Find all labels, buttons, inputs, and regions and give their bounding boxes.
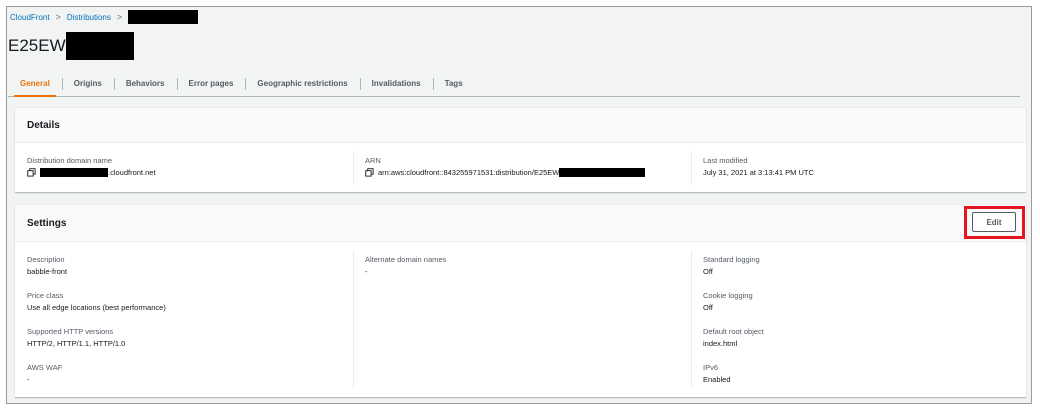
details-card: Details Distribution domain name .cloudf… xyxy=(15,107,1026,192)
http-versions-label: Supported HTTP versions xyxy=(27,327,114,336)
ipv6-value: Enabled xyxy=(703,375,731,384)
waf-label: AWS WAF xyxy=(27,363,63,372)
settings-divider-2 xyxy=(691,250,692,388)
alt-domain-field: Alternate domain names - xyxy=(365,255,446,276)
details-divider-2 xyxy=(691,151,692,185)
default-root-field: Default root object index.html xyxy=(703,327,764,348)
settings-divider-1 xyxy=(353,250,354,388)
alt-domain-value: - xyxy=(365,267,368,276)
default-root-label: Default root object xyxy=(703,327,764,336)
domain-field: Distribution domain name .cloudfront.net xyxy=(27,156,156,177)
arn-label: ARN xyxy=(365,156,381,165)
description-label: Description xyxy=(27,255,65,264)
waf-field: AWS WAF - xyxy=(27,363,62,384)
http-versions-value: HTTP/2, HTTP/1.1, HTTP/1.0 xyxy=(27,339,126,348)
tab-geographic-restrictions[interactable]: Geographic restrictions xyxy=(245,70,359,96)
settings-header: Settings xyxy=(15,205,1026,242)
price-class-label: Price class xyxy=(27,291,64,300)
page-title-prefix: E25EW xyxy=(8,36,66,55)
cookie-logging-label: Cookie logging xyxy=(703,291,753,300)
price-class-value: Use all edge locations (best performance… xyxy=(27,303,166,312)
details-divider-1 xyxy=(353,151,354,185)
price-class-field: Price class Use all edge locations (best… xyxy=(27,291,166,312)
edit-button[interactable]: Edit xyxy=(972,212,1016,232)
redacted-domain xyxy=(40,168,108,177)
breadcrumb: CloudFront > Distributions > xyxy=(10,10,199,24)
ipv6-field: IPv6 Enabled xyxy=(703,363,731,384)
domain-value: .cloudfront.net xyxy=(27,168,156,177)
page-title: E25EW xyxy=(8,32,134,60)
alt-domain-label: Alternate domain names xyxy=(365,255,447,264)
http-versions-field: Supported HTTP versions HTTP/2, HTTP/1.1… xyxy=(27,327,125,348)
cookie-logging-value: Off xyxy=(703,303,713,312)
standard-logging-value: Off xyxy=(703,267,713,276)
tab-bar: General Origins Behaviors Error pages Ge… xyxy=(8,70,1020,97)
tab-behaviors[interactable]: Behaviors xyxy=(113,70,177,96)
modified-field: Last modified July 31, 2021 at 3:13:41 P… xyxy=(703,156,814,177)
chevron-right-icon: > xyxy=(116,12,123,22)
copy-icon[interactable] xyxy=(365,168,374,177)
description-field: Description babble-front xyxy=(27,255,67,276)
arn-prefix: arn:aws:cloudfront::843255971531:distrib… xyxy=(378,168,560,177)
tab-origins[interactable]: Origins xyxy=(61,70,114,96)
modified-value: July 31, 2021 at 3:13:41 PM UTC xyxy=(703,168,814,177)
domain-suffix: .cloudfront.net xyxy=(108,168,156,177)
arn-value: arn:aws:cloudfront::843255971531:distrib… xyxy=(365,168,646,177)
arn-field: ARN arn:aws:cloudfront::843255971531:dis… xyxy=(365,156,646,177)
waf-value: - xyxy=(27,375,30,384)
redacted-breadcrumb-id xyxy=(128,10,199,24)
tab-invalidations[interactable]: Invalidations xyxy=(359,70,433,96)
breadcrumb-distributions[interactable]: Distributions xyxy=(67,13,111,22)
description-value: babble-front xyxy=(27,267,68,276)
redacted-arn xyxy=(559,168,646,177)
cookie-logging-field: Cookie logging Off xyxy=(703,291,753,312)
modified-label: Last modified xyxy=(703,156,748,165)
chevron-right-icon: > xyxy=(55,12,61,22)
settings-card: Settings Description babble-front Price … xyxy=(15,204,1026,397)
ipv6-label: IPv6 xyxy=(703,363,719,372)
tab-error-pages[interactable]: Error pages xyxy=(176,70,246,96)
details-header: Details xyxy=(15,108,1026,143)
redacted-title-id xyxy=(65,32,134,60)
domain-label: Distribution domain name xyxy=(27,156,113,165)
copy-icon[interactable] xyxy=(27,168,36,177)
tab-tags[interactable]: Tags xyxy=(432,70,475,96)
breadcrumb-cloudfront[interactable]: CloudFront xyxy=(10,13,50,22)
standard-logging-field: Standard logging Off xyxy=(703,255,760,276)
tab-general[interactable]: General xyxy=(8,70,62,97)
default-root-value: index.html xyxy=(703,339,738,348)
standard-logging-label: Standard logging xyxy=(703,255,760,264)
